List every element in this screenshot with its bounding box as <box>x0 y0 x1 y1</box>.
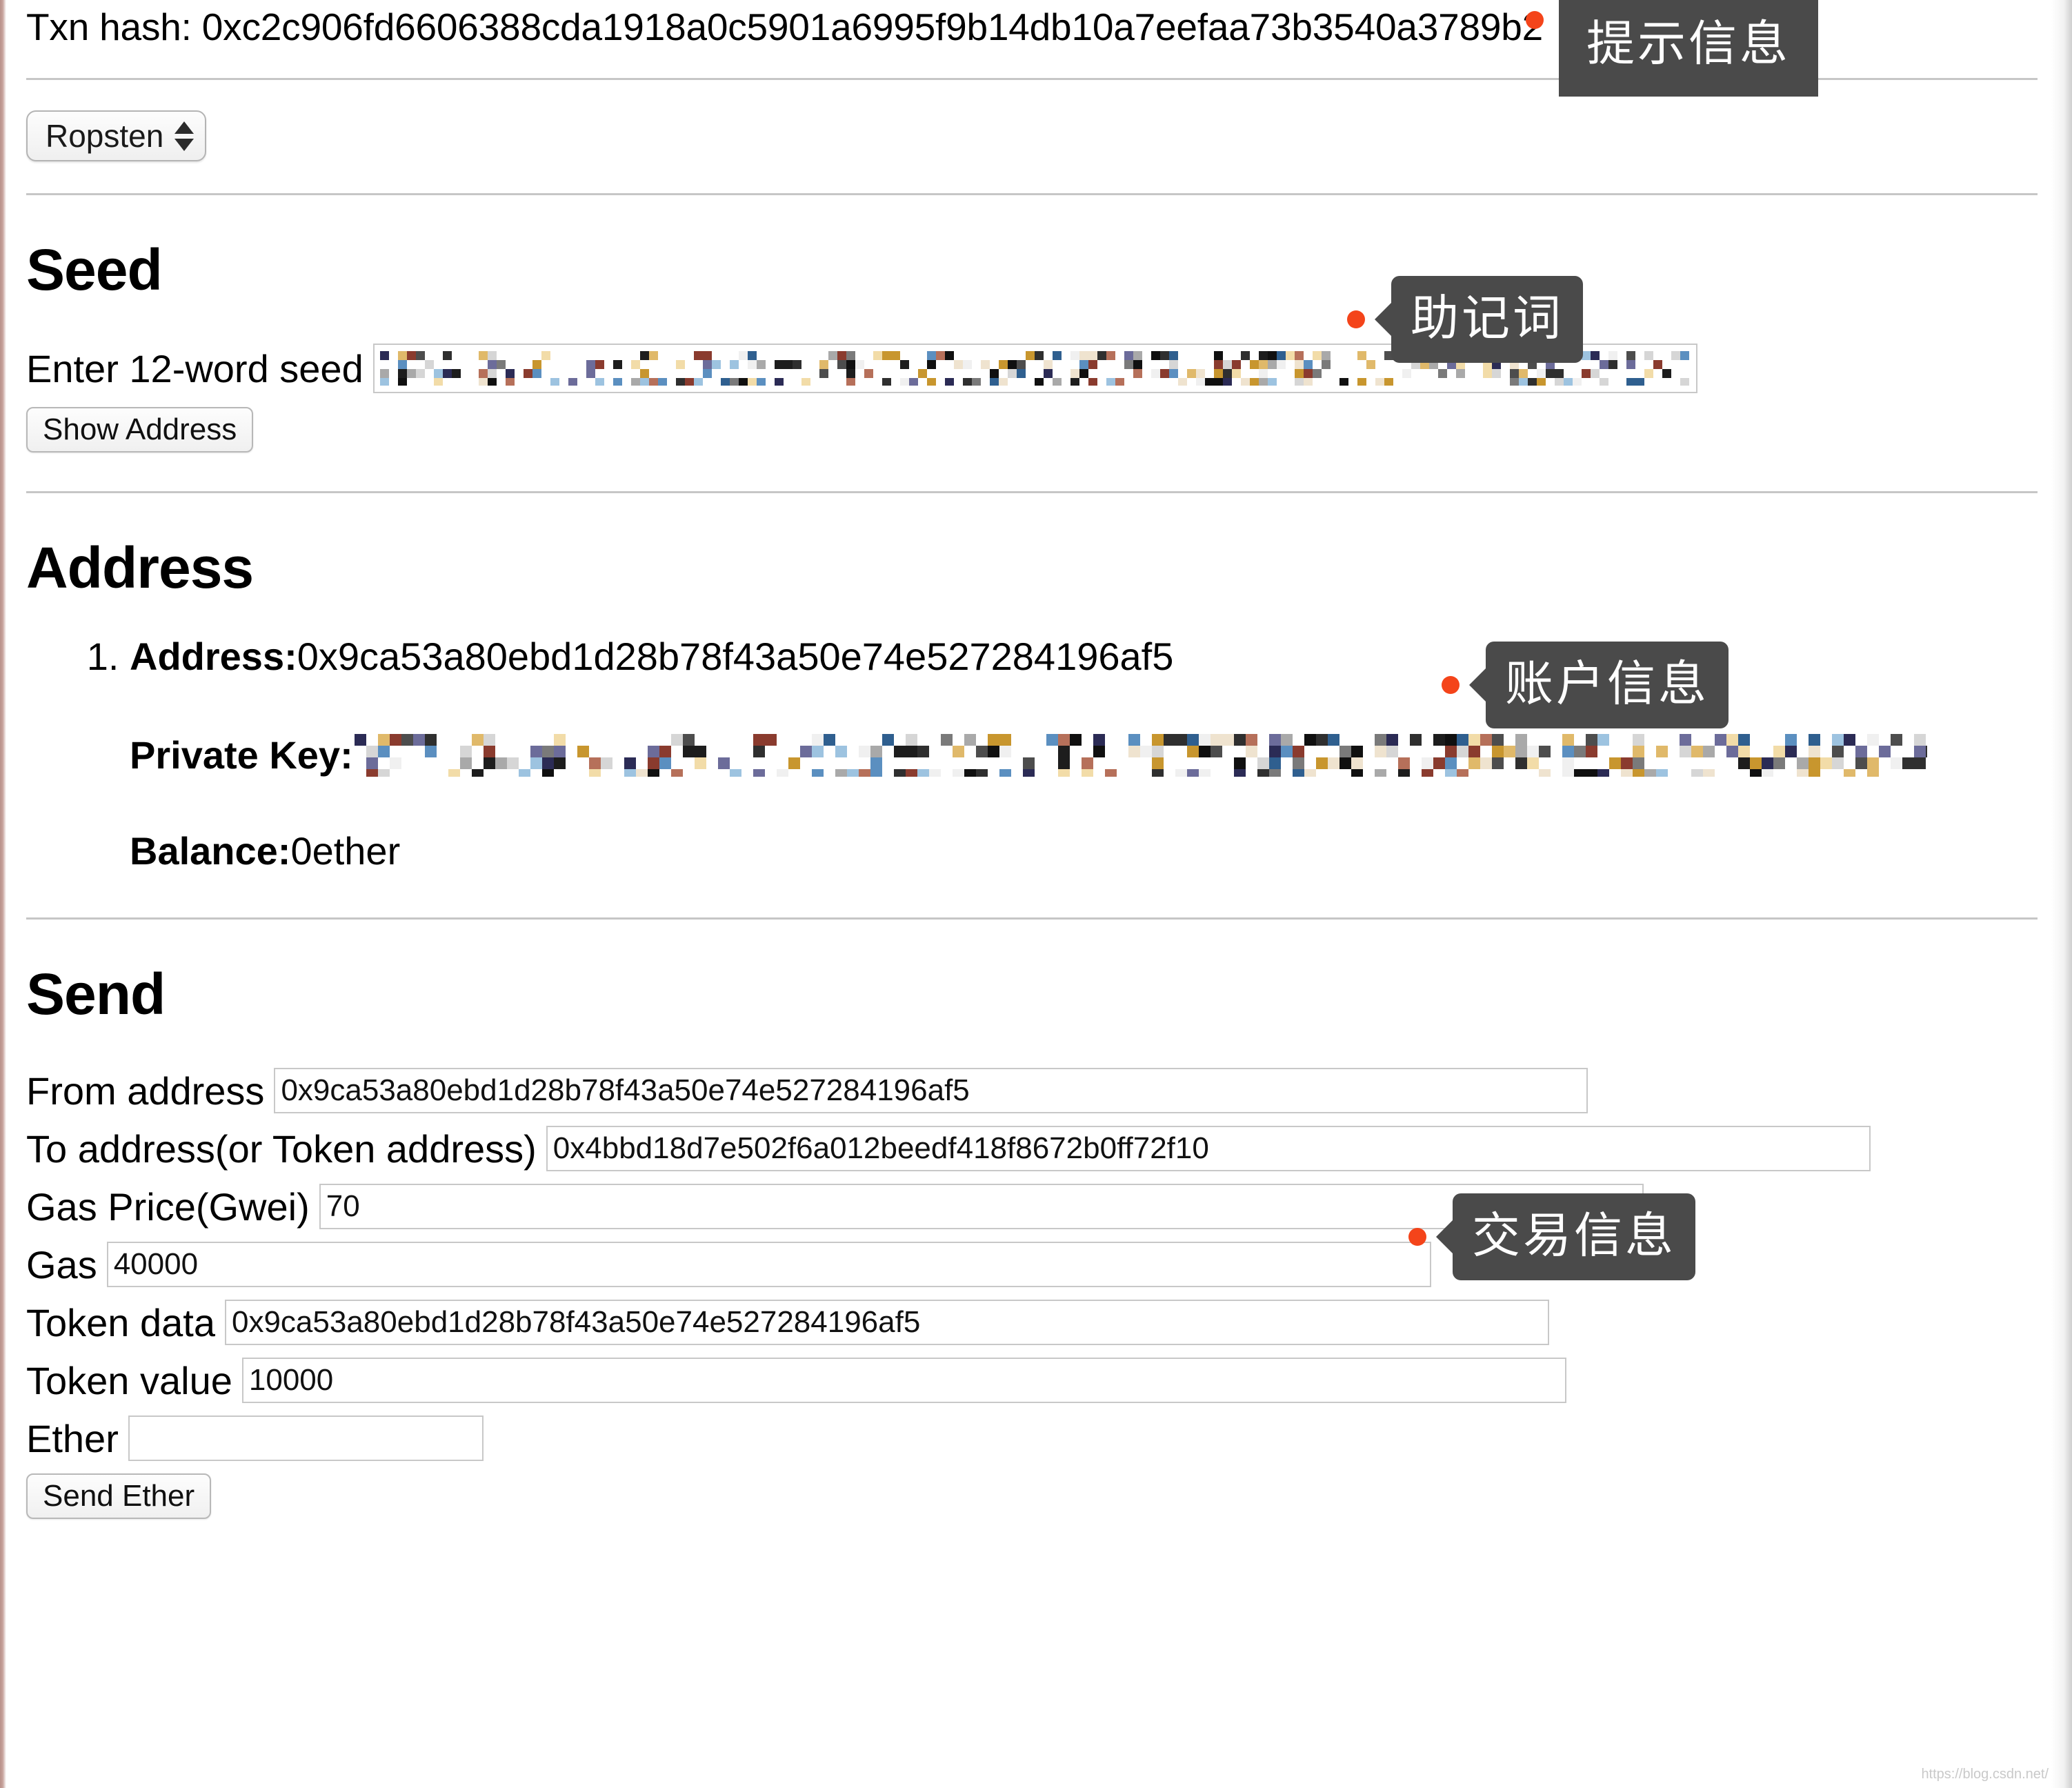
from-address-input[interactable]: 0x9ca53a80ebd1d28b78f43a50e74e527284196a… <box>274 1068 1588 1114</box>
page-title-send: Send <box>26 962 166 1027</box>
token-data-label: Token data <box>26 1300 215 1344</box>
token-value-label: Token value <box>26 1358 232 1402</box>
to-address-input[interactable]: 0x4bbd18d7e502f6a012beedf418f8672b0ff72f… <box>546 1126 1871 1172</box>
seed-input-label: Enter 12-word seed <box>26 346 363 390</box>
balance-row: Balance:0ether <box>130 832 2047 871</box>
gas-price-label: Gas Price(Gwei) <box>26 1184 310 1229</box>
balance-label: Balance: <box>130 829 291 873</box>
tooltip-hint-info-text: 提示信息 <box>1559 0 1818 97</box>
address-value: 0x9ca53a80ebd1d28b78f43a50e74e527284196a… <box>297 635 1174 679</box>
address-list: Address:0x9ca53a80ebd1d28b78f43a50e74e52… <box>26 637 2047 871</box>
field-row-ether: Ether <box>26 1416 2047 1462</box>
balance-value: 0ether <box>290 829 401 873</box>
field-row-gas-price: Gas Price(Gwei) 70 <box>26 1184 2047 1230</box>
network-select[interactable]: Ropsten <box>26 110 207 162</box>
network-select-row: Ropsten <box>26 110 2047 162</box>
tooltip-transaction-info-text: 交易信息 <box>1453 1193 1695 1280</box>
address-label: Address: <box>130 635 297 679</box>
ether-label: Ether <box>26 1416 119 1460</box>
token-data-input[interactable]: 0x9ca53a80ebd1d28b78f43a50e74e527284196a… <box>224 1300 1549 1346</box>
divider-before-address <box>26 491 2038 494</box>
page-title-seed: Seed <box>26 237 163 303</box>
address-row: Address:0x9ca53a80ebd1d28b78f43a50e74e52… <box>130 637 2047 676</box>
field-row-gas: Gas 40000 <box>26 1242 2047 1288</box>
field-row-to-address: To address(or Token address) 0x4bbd18d7e… <box>26 1126 2047 1172</box>
token-value-input[interactable]: 10000 <box>241 1358 1566 1404</box>
gas-value: 40000 <box>113 1247 199 1282</box>
field-row-from-address: From address 0x9ca53a80ebd1d28b78f43a50e… <box>26 1068 2047 1114</box>
token-value-value: 10000 <box>248 1363 334 1398</box>
seed-input-row: Enter 12-word seed <box>26 344 2047 394</box>
to-address-label: To address(or Token address) <box>26 1126 537 1171</box>
private-key-row: Private Key: <box>130 734 2047 777</box>
tooltip-dot-icon <box>1442 676 1460 694</box>
tooltip-account-info-text: 账户信息 <box>1486 642 1729 728</box>
to-address-value: 0x4bbd18d7e502f6a012beedf418f8672b0ff72f… <box>552 1131 1209 1166</box>
send-ether-button[interactable]: Send Ether <box>26 1473 212 1520</box>
tooltip-arrow-icon <box>1375 301 1393 337</box>
gas-price-value: 70 <box>326 1189 360 1224</box>
tooltip-account-info: 账户信息 <box>1442 642 1729 728</box>
token-data-value: 0x9ca53a80ebd1d28b78f43a50e74e527284196a… <box>231 1305 921 1340</box>
tooltip-arrow-icon <box>1436 1219 1454 1255</box>
page-title-address: Address <box>26 535 254 601</box>
page-content: Txn hash: 0xc2c906fd6606388cda1918a0c590… <box>26 0 2047 1520</box>
tooltip-mnemonic-text: 助记词 <box>1391 276 1583 363</box>
page-root: Txn hash: 0xc2c906fd6606388cda1918a0c590… <box>0 0 2072 1788</box>
txn-hash-value: 0xc2c906fd6606388cda1918a0c5901a6995f9b1… <box>201 6 1544 48</box>
list-item: Address:0x9ca53a80ebd1d28b78f43a50e74e52… <box>130 637 2047 871</box>
from-address-label: From address <box>26 1069 265 1113</box>
private-key-label: Private Key: <box>130 733 353 777</box>
show-address-button[interactable]: Show Address <box>26 407 254 453</box>
tooltip-transaction-info: 交易信息 <box>1408 1193 1695 1280</box>
gas-input[interactable]: 40000 <box>106 1242 1431 1288</box>
tooltip-hint-info: 提示信息 <box>1526 0 1818 97</box>
page-edge-right <box>2051 0 2072 1788</box>
txn-hash-label: Txn hash: <box>26 6 202 48</box>
send-form: From address 0x9ca53a80ebd1d28b78f43a50e… <box>26 1068 2047 1520</box>
show-address-row: Show Address <box>26 407 2047 453</box>
tooltip-arrow-icon <box>1469 667 1487 703</box>
ether-input[interactable] <box>128 1416 484 1462</box>
divider-before-send <box>26 917 2038 920</box>
send-ether-row: Send Ether <box>26 1473 2047 1520</box>
tooltip-mnemonic: 助记词 <box>1347 276 1583 363</box>
field-row-token-value: Token value 10000 <box>26 1358 2047 1404</box>
tooltip-dot-icon <box>1347 310 1365 328</box>
watermark: https://blog.csdn.net/ <box>1921 1767 2049 1782</box>
page-edge-left <box>0 0 6 1788</box>
tooltip-dot-icon <box>1408 1228 1426 1246</box>
network-select-value: Ropsten <box>46 118 164 155</box>
field-row-token-data: Token data 0x9ca53a80ebd1d28b78f43a50e74… <box>26 1300 2047 1346</box>
from-address-value: 0x9ca53a80ebd1d28b78f43a50e74e527284196a… <box>281 1073 970 1108</box>
stepper-updown-icon <box>175 121 195 151</box>
tooltip-dot-icon <box>1526 11 1544 29</box>
divider-before-seed <box>26 193 2038 196</box>
private-key-redacted-content <box>354 734 1927 777</box>
gas-label: Gas <box>26 1242 97 1287</box>
